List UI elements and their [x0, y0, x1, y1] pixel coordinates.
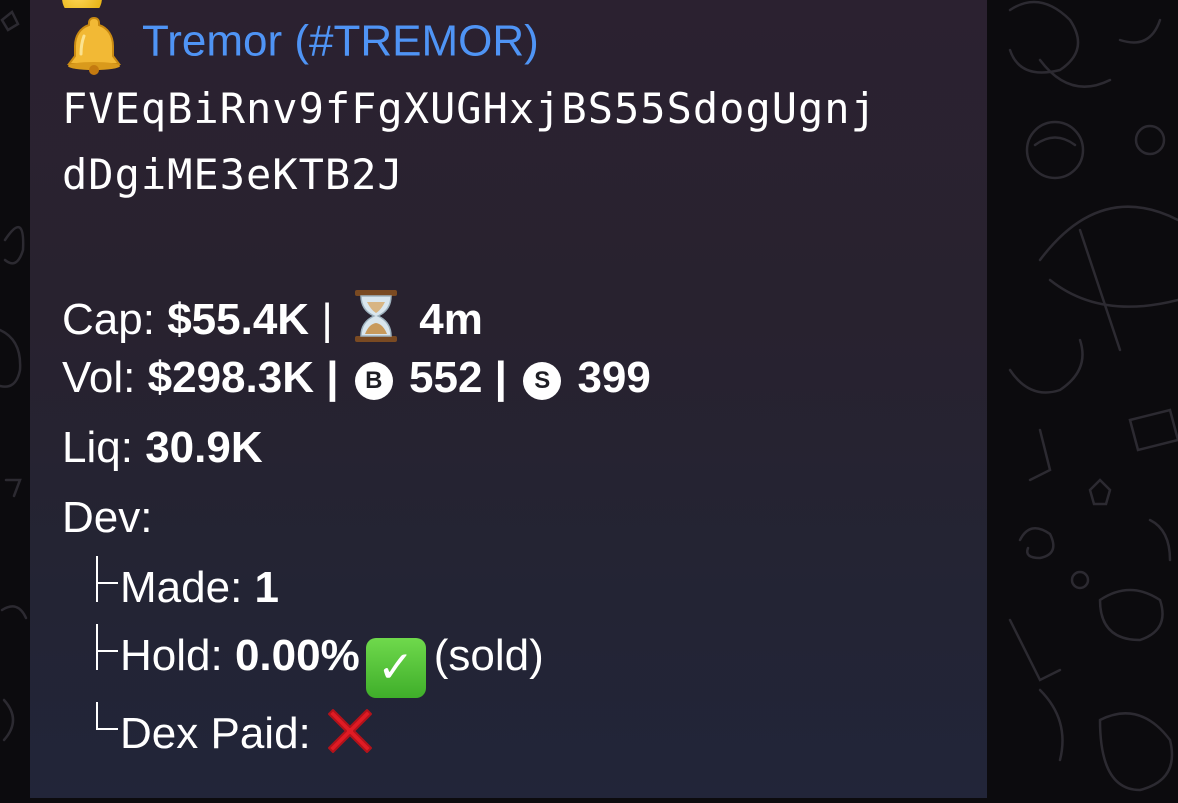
cap-line: Cap: $55.4K | 4m [62, 288, 483, 344]
hourglass-icon [354, 290, 397, 342]
tree-branch [88, 556, 120, 606]
vol-label: Vol: [62, 353, 136, 402]
vol-line: Vol: $298.3K | B 552 | S 399 [62, 356, 651, 400]
coin-icon [62, 0, 102, 8]
previous-line-fragment [62, 0, 102, 8]
hold-value: 0.00% [234, 631, 360, 680]
contract-address-line-2[interactable]: dDgiME3eKTB2J [62, 154, 404, 196]
contract-address-line-1[interactable]: FVEqBiRnv9fFgXUGHxjBS55SdogUgnj [62, 88, 877, 130]
vol-separator-1: | [326, 353, 339, 402]
dev-made-line: Made: 1 [88, 556, 280, 612]
bell-icon [67, 16, 121, 75]
made-label: Made: [120, 563, 243, 612]
tree-branch-last [88, 702, 120, 752]
buy-badge-icon: B [354, 362, 393, 400]
liq-value: 30.9K [145, 423, 263, 472]
tree-branch [88, 624, 120, 674]
check-mark-icon: ✓ [365, 638, 426, 698]
dev-label: Dev: [62, 493, 153, 542]
cap-label: Cap: [62, 295, 155, 344]
dev-dex-paid-line: Dex Paid: [88, 700, 381, 762]
message-bubble: Tremor (#TREMOR) FVEqBiRnv9fFgXUGHxjBS55… [30, 0, 987, 798]
dev-hold-line: Hold: 0.00% ✓ (sold) [88, 624, 544, 698]
sell-count: 399 [577, 353, 651, 402]
token-title-line: Tremor (#TREMOR) [62, 12, 539, 76]
token-title-link[interactable]: Tremor (#TREMOR) [142, 17, 539, 66]
token-age: 4m [419, 295, 483, 344]
sell-badge-icon: S [523, 362, 562, 400]
made-value: 1 [254, 563, 280, 612]
vol-value: $298.3K [147, 353, 314, 402]
liq-line: Liq: 30.9K [62, 426, 263, 470]
vol-separator-2: | [494, 353, 507, 402]
dex-paid-label: Dex Paid: [120, 709, 311, 758]
cap-separator: | [321, 295, 333, 344]
cap-value: $55.4K [167, 295, 310, 344]
hold-label: Hold: [120, 631, 223, 680]
cross-mark-icon [327, 709, 372, 753]
liq-label: Liq: [62, 423, 133, 472]
dev-line: Dev: [62, 496, 152, 540]
buy-count: 552 [409, 353, 483, 402]
hold-note: (sold) [433, 631, 544, 680]
